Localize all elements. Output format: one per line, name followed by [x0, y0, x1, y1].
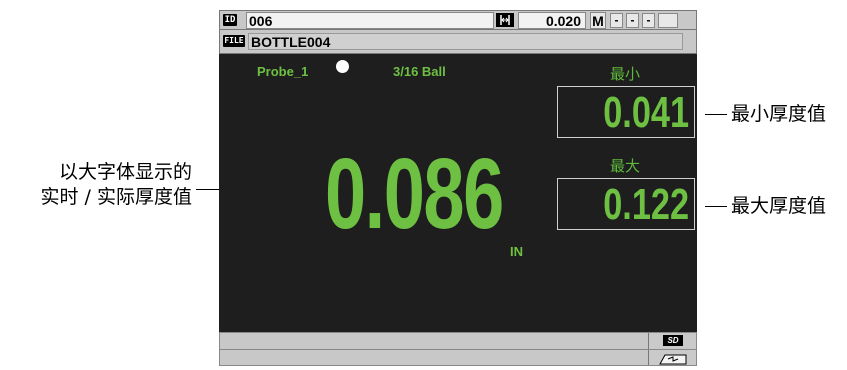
min-label: 最小	[610, 65, 641, 83]
file-status-bar: FILE BOTTLE004	[219, 30, 697, 54]
thickness-reading: 0.086	[325, 138, 504, 250]
id-field[interactable]: 006	[246, 12, 494, 29]
measure-mode-icon	[496, 13, 514, 27]
ball-indicator-icon	[336, 60, 349, 73]
annotation-line-2: 实时 / 实际厚度值	[40, 186, 192, 208]
max-thickness-annotation: 最大厚度值	[731, 195, 827, 217]
max-value: 0.122	[603, 180, 689, 229]
sd-card-label: SD	[667, 336, 679, 345]
realtime-thickness-annotation: 以大字体显示的 实时 / 实际厚度值	[30, 160, 192, 210]
status-bar-lower	[219, 350, 697, 366]
annotation-line-1: 以大字体显示的	[58, 161, 192, 183]
min-value-box: 0.041	[557, 86, 695, 138]
min-value: 0.041	[603, 88, 689, 137]
mode-slot-4	[658, 13, 678, 28]
sd-slot: SD	[648, 333, 696, 349]
gauge-screen: ID 006 0.020 M - - - FILE BOTTLE004 Prob…	[219, 10, 697, 366]
mode-slot-1: -	[610, 13, 623, 28]
mode-slot-3: -	[642, 13, 655, 28]
probe-name: Probe_1	[257, 64, 309, 79]
power-plug-icon	[659, 352, 687, 370]
min-callout-line	[705, 114, 727, 115]
unit-label: IN	[510, 244, 523, 259]
max-callout-line	[705, 206, 727, 207]
id-tag-icon: ID	[223, 14, 237, 26]
status-bar-upper: SD	[219, 332, 697, 350]
file-tag-icon: FILE	[223, 35, 245, 47]
max-value-box: 0.122	[557, 178, 695, 230]
measure-value-field: 0.020	[518, 12, 586, 29]
sd-card-icon: SD	[663, 335, 683, 346]
ball-size: 3/16 Ball	[393, 64, 446, 79]
power-slot	[648, 350, 696, 365]
id-status-bar: ID 006 0.020 M - - -	[219, 10, 697, 30]
min-thickness-annotation: 最小厚度值	[731, 103, 827, 125]
mode-slot-2: -	[626, 13, 639, 28]
file-field[interactable]: BOTTLE004	[248, 33, 683, 50]
mode-letter: M	[590, 12, 606, 29]
max-label: 最大	[610, 157, 641, 175]
